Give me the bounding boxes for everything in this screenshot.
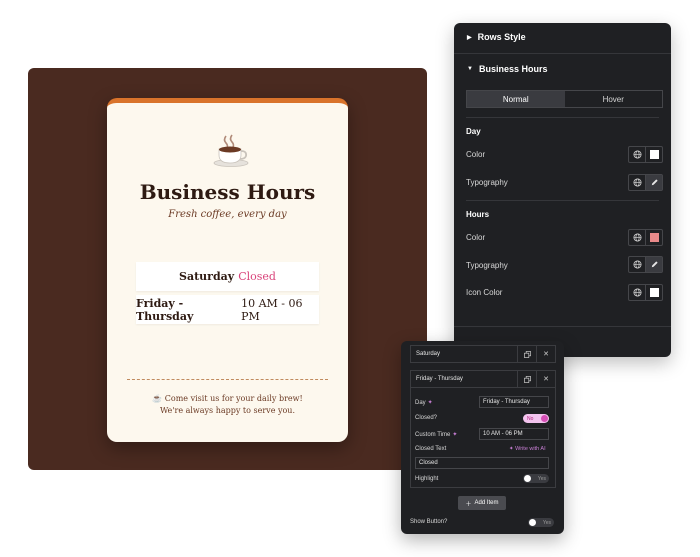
card-subtitle: Fresh coffee, every day (168, 209, 287, 220)
color-swatch[interactable] (645, 147, 662, 162)
hours-row-time: 10 AM - 06 PM (241, 296, 303, 323)
business-hours-card: Business Hours Fresh coffee, every day S… (107, 98, 348, 442)
ai-sparkle-icon[interactable]: ✦ (428, 399, 433, 406)
day-field-label: Day ✦ (415, 399, 433, 407)
edit-pencil-icon[interactable] (645, 257, 662, 272)
hours-row-saturday: Saturday Closed (136, 262, 319, 291)
day-input[interactable]: Friday - Thursday (479, 396, 549, 408)
custom-time-label-text: Custom Time (415, 431, 451, 438)
duplicate-icon[interactable] (517, 346, 536, 362)
closed-field-label: Closed? (415, 415, 438, 421)
repeater-panel: Saturday ✕ Friday - Thursday ✕ Day ✦ Fri… (401, 341, 564, 534)
day-group-label: Day (466, 127, 481, 136)
rows-style-label: Rows Style (477, 32, 526, 42)
day-color-control (628, 146, 663, 163)
toggle-knob (529, 519, 536, 526)
card-title: Business Hours (139, 180, 316, 204)
hours-color-control (628, 229, 663, 246)
tab-hover[interactable]: Hover (565, 91, 663, 107)
color-swatch[interactable] (645, 230, 662, 245)
repeater-item-saturday[interactable]: Saturday ✕ (410, 345, 556, 363)
highlight-toggle-text: Yes (537, 475, 546, 482)
divider (466, 200, 659, 201)
closed-text-label: Closed Text (415, 446, 447, 452)
icon-color-label: Icon Color (466, 288, 503, 297)
close-icon[interactable]: ✕ (536, 346, 555, 362)
duplicate-icon[interactable] (517, 371, 536, 387)
hours-typography-control (628, 256, 663, 273)
closed-toggle[interactable]: No (523, 414, 549, 423)
hours-group-label: Hours (466, 210, 490, 219)
show-button-toggle-text: Yes (542, 519, 551, 526)
card-footer: ☕ Come visit us for your daily brew! We'… (107, 393, 348, 417)
globe-icon[interactable] (629, 285, 645, 300)
show-button-label: Show Button? (410, 519, 448, 525)
divider (454, 53, 671, 54)
hours-typography-label: Typography (466, 261, 508, 270)
divider (454, 326, 671, 327)
show-button-toggle[interactable]: Yes (528, 518, 554, 527)
add-item-label: Add Item (474, 500, 499, 506)
day-typography-label: Typography (466, 178, 508, 187)
style-panel: ▶ Rows Style ▼ Business Hours Normal Hov… (454, 23, 671, 357)
hours-row-day: Friday - Thursday (136, 296, 194, 323)
globe-icon[interactable] (629, 230, 645, 245)
globe-icon[interactable] (629, 175, 645, 190)
globe-icon[interactable] (629, 147, 645, 162)
coffee-cup-icon (213, 133, 249, 167)
closed-label: Closed (238, 270, 276, 283)
highlight-label: Highlight (415, 476, 439, 482)
edit-pencil-icon[interactable] (645, 175, 662, 190)
hours-row-friday-thursday: Friday - Thursday 10 AM - 06 PM (136, 295, 319, 324)
day-color-label: Color (466, 150, 486, 159)
toggle-knob (541, 415, 548, 422)
day-typography-control (628, 174, 663, 191)
tab-normal[interactable]: Normal (467, 91, 565, 107)
caret-right-icon: ▶ (467, 34, 472, 41)
toggle-knob (524, 475, 531, 482)
business-hours-section[interactable]: ▼ Business Hours (467, 64, 547, 74)
plus-icon: ＋ (465, 501, 472, 508)
rows-style-section[interactable]: ▶ Rows Style (467, 32, 526, 42)
color-swatch[interactable] (645, 285, 662, 300)
add-item-button[interactable]: ＋ Add Item (458, 496, 506, 510)
state-tabs: Normal Hover (466, 90, 663, 108)
dashed-divider (127, 379, 328, 380)
ai-sparkle-icon: ✦ (509, 446, 514, 452)
footer-line-1: ☕ Come visit us for your daily brew! (152, 394, 303, 403)
icon-color-control (628, 284, 663, 301)
custom-time-input[interactable]: 10 AM - 06 PM (479, 428, 549, 440)
hours-row-day: Saturday (179, 270, 235, 283)
repeater-item-name[interactable]: Saturday (411, 346, 517, 362)
caret-down-icon: ▼ (467, 66, 473, 72)
closed-text-input[interactable]: Closed (415, 457, 549, 469)
write-with-ai-label: Write with AI (515, 446, 546, 452)
custom-time-label: Custom Time ✦ (415, 431, 457, 439)
close-icon[interactable]: ✕ (536, 371, 555, 387)
hours-color-label: Color (466, 233, 486, 242)
globe-icon[interactable] (629, 257, 645, 272)
repeater-item-name[interactable]: Friday - Thursday (411, 371, 517, 387)
closed-toggle-text: No (527, 415, 534, 422)
day-field-label-text: Day (415, 399, 426, 406)
ai-sparkle-icon[interactable]: ✦ (452, 431, 457, 438)
business-hours-label: Business Hours (478, 64, 548, 74)
footer-line-2: We're always happy to serve you. (159, 406, 295, 415)
write-with-ai-button[interactable]: ✦ Write with AI (509, 446, 546, 452)
divider (466, 117, 659, 118)
repeater-item-friday-thursday[interactable]: Friday - Thursday ✕ (410, 370, 556, 388)
highlight-toggle[interactable]: Yes (523, 474, 549, 483)
